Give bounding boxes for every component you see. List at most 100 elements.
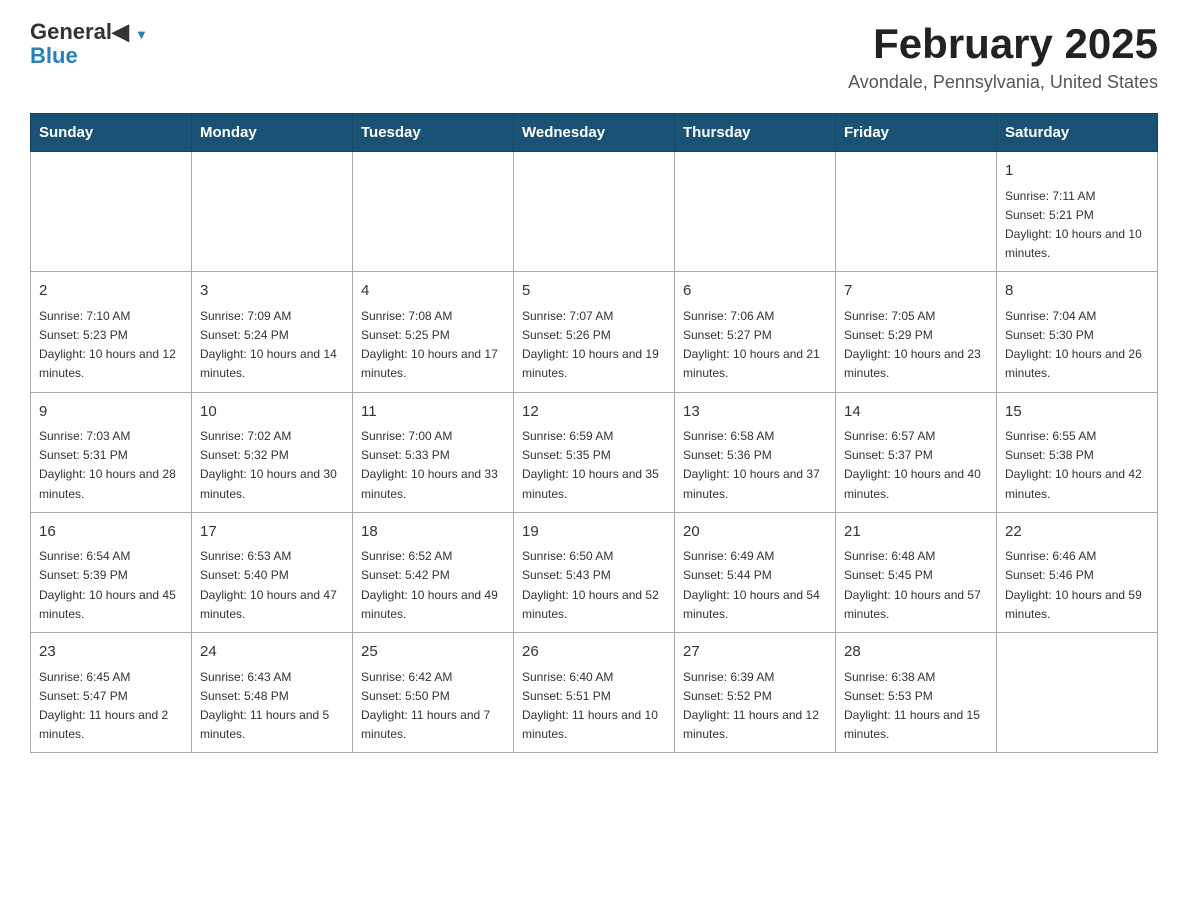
day-info: Sunrise: 7:11 AMSunset: 5:21 PMDaylight:…: [1005, 187, 1149, 264]
calendar-week-row: 16 Sunrise: 6:54 AMSunset: 5:39 PMDayligh…: [31, 512, 1158, 632]
calendar-cell: 5 Sunrise: 7:07 AMSunset: 5:26 PMDaylight…: [514, 272, 675, 392]
day-info: Sunrise: 6:52 AMSunset: 5:42 PMDaylight:…: [361, 547, 505, 624]
day-info: Sunrise: 7:08 AMSunset: 5:25 PMDaylight:…: [361, 307, 505, 384]
day-number: 10: [200, 401, 344, 424]
day-number: 21: [844, 521, 988, 544]
calendar-subtitle: Avondale, Pennsylvania, United States: [848, 72, 1158, 93]
day-number: 2: [39, 280, 183, 303]
day-number: 22: [1005, 521, 1149, 544]
calendar-cell: [192, 152, 353, 272]
calendar-header-row: SundayMondayTuesdayWednesdayThursdayFrid…: [31, 114, 1158, 152]
day-info: Sunrise: 6:53 AMSunset: 5:40 PMDaylight:…: [200, 547, 344, 624]
calendar-cell: 26 Sunrise: 6:40 AMSunset: 5:51 PMDayligh…: [514, 633, 675, 753]
calendar-cell: 3 Sunrise: 7:09 AMSunset: 5:24 PMDaylight…: [192, 272, 353, 392]
calendar-cell: [31, 152, 192, 272]
day-info: Sunrise: 7:07 AMSunset: 5:26 PMDaylight:…: [522, 307, 666, 384]
calendar-week-row: 2 Sunrise: 7:10 AMSunset: 5:23 PMDaylight…: [31, 272, 1158, 392]
calendar-cell: 16 Sunrise: 6:54 AMSunset: 5:39 PMDayligh…: [31, 512, 192, 632]
calendar-cell: 15Sunrise: 6:55 AMSunset: 5:38 PMDayligh…: [997, 392, 1158, 512]
day-info: Sunrise: 6:43 AMSunset: 5:48 PMDaylight:…: [200, 668, 344, 745]
day-number: 4: [361, 280, 505, 303]
day-info: Sunrise: 7:02 AMSunset: 5:32 PMDaylight:…: [200, 427, 344, 504]
calendar-cell: 24 Sunrise: 6:43 AMSunset: 5:48 PMDayligh…: [192, 633, 353, 753]
day-number: 15: [1005, 401, 1149, 424]
calendar-cell: 10 Sunrise: 7:02 AMSunset: 5:32 PMDayligh…: [192, 392, 353, 512]
day-number: 26: [522, 641, 666, 664]
day-number: 3: [200, 280, 344, 303]
calendar-cell: 20 Sunrise: 6:49 AMSunset: 5:44 PMDayligh…: [675, 512, 836, 632]
day-number: 25: [361, 641, 505, 664]
day-info: Sunrise: 6:57 AMSunset: 5:37 PMDaylight:…: [844, 427, 988, 504]
day-number: 6: [683, 280, 827, 303]
day-number: 17: [200, 521, 344, 544]
calendar-cell: 7 Sunrise: 7:05 AMSunset: 5:29 PMDaylight…: [836, 272, 997, 392]
calendar-cell: [675, 152, 836, 272]
calendar-cell: [836, 152, 997, 272]
calendar-cell: 8Sunrise: 7:04 AMSunset: 5:30 PMDaylight…: [997, 272, 1158, 392]
calendar-cell: 23 Sunrise: 6:45 AMSunset: 5:47 PMDayligh…: [31, 633, 192, 753]
calendar-week-row: 1 Sunrise: 7:11 AMSunset: 5:21 PMDaylight…: [31, 152, 1158, 272]
day-number: 13: [683, 401, 827, 424]
day-number: 5: [522, 280, 666, 303]
calendar-cell: 18 Sunrise: 6:52 AMSunset: 5:42 PMDayligh…: [353, 512, 514, 632]
day-info: Sunrise: 6:49 AMSunset: 5:44 PMDaylight:…: [683, 547, 827, 624]
calendar-cell: [997, 633, 1158, 753]
calendar-cell: 4 Sunrise: 7:08 AMSunset: 5:25 PMDaylight…: [353, 272, 514, 392]
day-info: Sunrise: 6:38 AMSunset: 5:53 PMDaylight:…: [844, 668, 988, 745]
day-info: Sunrise: 7:04 AMSunset: 5:30 PMDaylight:…: [1005, 307, 1149, 384]
calendar-cell: 13 Sunrise: 6:58 AMSunset: 5:36 PMDayligh…: [675, 392, 836, 512]
calendar-cell: 27 Sunrise: 6:39 AMSunset: 5:52 PMDayligh…: [675, 633, 836, 753]
day-info: Sunrise: 6:54 AMSunset: 5:39 PMDaylight:…: [39, 547, 183, 624]
day-info: Sunrise: 6:46 AMSunset: 5:46 PMDaylight:…: [1005, 547, 1149, 624]
day-number: 28: [844, 641, 988, 664]
calendar-cell: 25Sunrise: 6:42 AMSunset: 5:50 PMDayligh…: [353, 633, 514, 753]
calendar-week-row: 9 Sunrise: 7:03 AMSunset: 5:31 PMDaylight…: [31, 392, 1158, 512]
calendar-cell: 12 Sunrise: 6:59 AMSunset: 5:35 PMDayligh…: [514, 392, 675, 512]
day-number: 19: [522, 521, 666, 544]
day-info: Sunrise: 6:59 AMSunset: 5:35 PMDaylight:…: [522, 427, 666, 504]
calendar-cell: [353, 152, 514, 272]
day-info: Sunrise: 7:06 AMSunset: 5:27 PMDaylight:…: [683, 307, 827, 384]
calendar-cell: 19 Sunrise: 6:50 AMSunset: 5:43 PMDayligh…: [514, 512, 675, 632]
day-number: 12: [522, 401, 666, 424]
day-info: Sunrise: 6:40 AMSunset: 5:51 PMDaylight:…: [522, 668, 666, 745]
calendar-cell: 21Sunrise: 6:48 AMSunset: 5:45 PMDayligh…: [836, 512, 997, 632]
weekday-header: Friday: [836, 114, 997, 152]
day-number: 24: [200, 641, 344, 664]
calendar-cell: 14 Sunrise: 6:57 AMSunset: 5:37 PMDayligh…: [836, 392, 997, 512]
page-header: General◀ ▼ Blue February 2025 Avondale, …: [30, 20, 1158, 93]
logo-blue-text: Blue: [30, 44, 148, 68]
calendar-cell: 28 Sunrise: 6:38 AMSunset: 5:53 PMDayligh…: [836, 633, 997, 753]
calendar-table: SundayMondayTuesdayWednesdayThursdayFrid…: [30, 113, 1158, 753]
calendar-cell: [514, 152, 675, 272]
day-info: Sunrise: 7:03 AMSunset: 5:31 PMDaylight:…: [39, 427, 183, 504]
weekday-header: Thursday: [675, 114, 836, 152]
logo-general-text: General: [30, 19, 112, 44]
calendar-week-row: 23 Sunrise: 6:45 AMSunset: 5:47 PMDayligh…: [31, 633, 1158, 753]
day-number: 7: [844, 280, 988, 303]
calendar-cell: 17 Sunrise: 6:53 AMSunset: 5:40 PMDayligh…: [192, 512, 353, 632]
weekday-header: Sunday: [31, 114, 192, 152]
day-info: Sunrise: 6:45 AMSunset: 5:47 PMDaylight:…: [39, 668, 183, 745]
day-number: 16: [39, 521, 183, 544]
calendar-cell: 1 Sunrise: 7:11 AMSunset: 5:21 PMDaylight…: [997, 152, 1158, 272]
day-number: 1: [1005, 160, 1149, 183]
weekday-header: Saturday: [997, 114, 1158, 152]
day-info: Sunrise: 7:05 AMSunset: 5:29 PMDaylight:…: [844, 307, 988, 384]
day-number: 27: [683, 641, 827, 664]
weekday-header: Wednesday: [514, 114, 675, 152]
day-number: 18: [361, 521, 505, 544]
title-block: February 2025 Avondale, Pennsylvania, Un…: [848, 20, 1158, 93]
day-number: 14: [844, 401, 988, 424]
day-number: 9: [39, 401, 183, 424]
day-info: Sunrise: 7:10 AMSunset: 5:23 PMDaylight:…: [39, 307, 183, 384]
day-info: Sunrise: 7:09 AMSunset: 5:24 PMDaylight:…: [200, 307, 344, 384]
day-number: 20: [683, 521, 827, 544]
day-number: 23: [39, 641, 183, 664]
day-info: Sunrise: 6:39 AMSunset: 5:52 PMDaylight:…: [683, 668, 827, 745]
calendar-cell: 11Sunrise: 7:00 AMSunset: 5:33 PMDayligh…: [353, 392, 514, 512]
weekday-header: Tuesday: [353, 114, 514, 152]
day-info: Sunrise: 6:50 AMSunset: 5:43 PMDaylight:…: [522, 547, 666, 624]
weekday-header: Monday: [192, 114, 353, 152]
day-info: Sunrise: 6:58 AMSunset: 5:36 PMDaylight:…: [683, 427, 827, 504]
